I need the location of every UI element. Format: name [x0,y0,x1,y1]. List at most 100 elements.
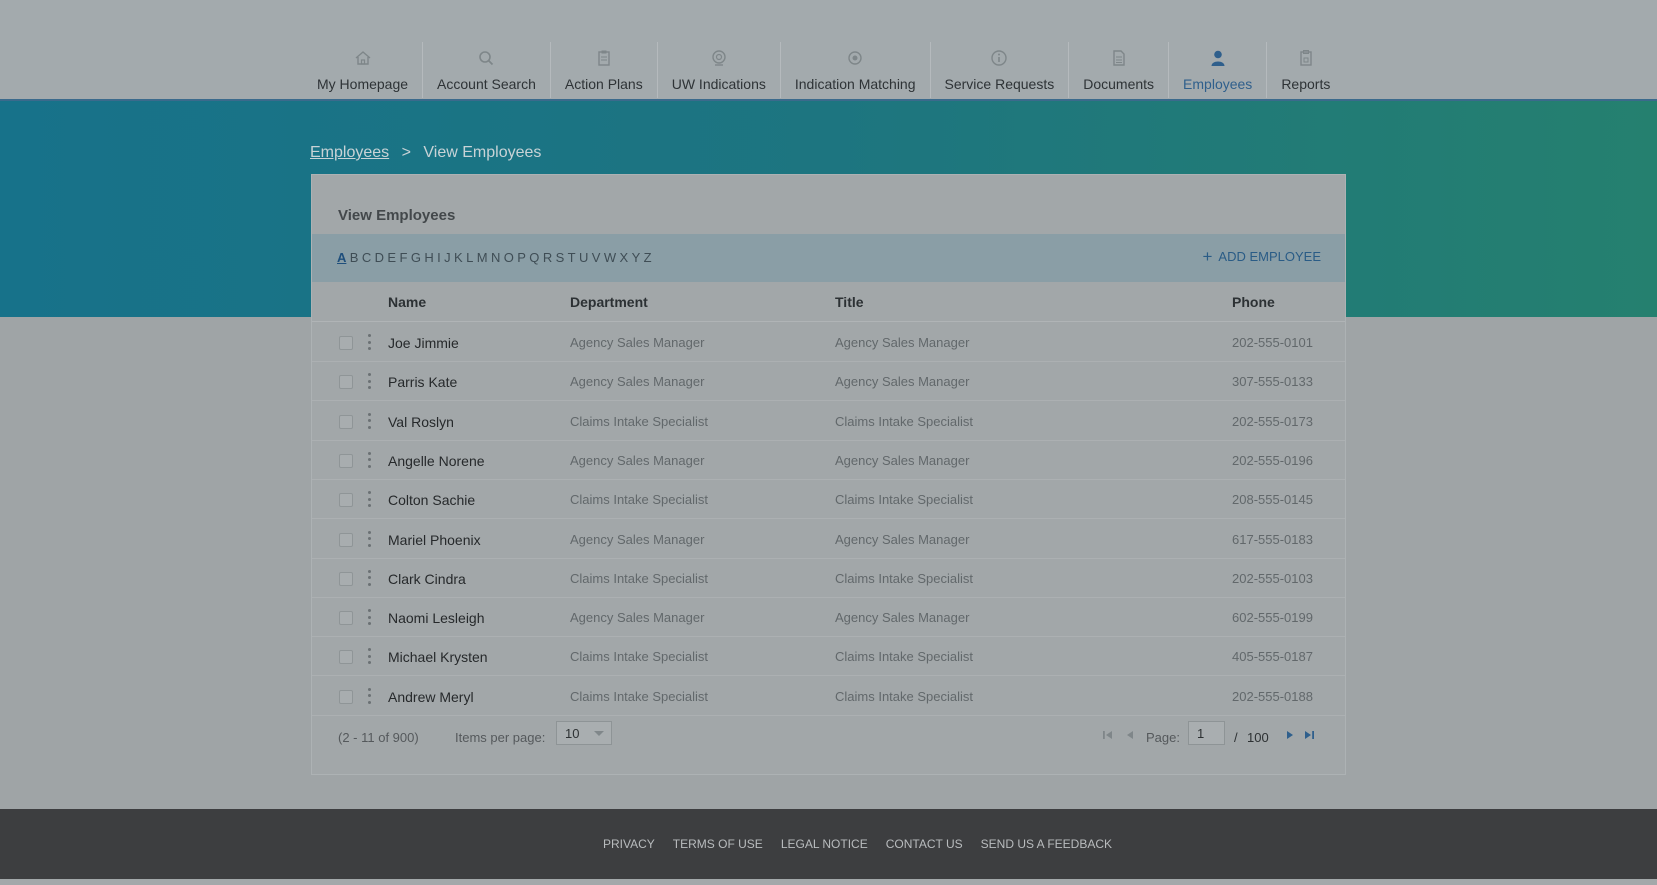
table-row[interactable]: Joe Jimmie Agency Sales Manager Agency Sal… [312,323,1345,362]
table-row[interactable]: Naomi Lesleigh Agency Sales Manager Agency… [312,598,1345,638]
employee-phone: 202-555-0188 [1232,688,1313,704]
employee-name[interactable]: Colton Sachie [388,492,475,508]
letter-filter-p[interactable]: P [517,250,526,265]
employee-title: Agency Sales Manager [835,335,970,350]
table-row[interactable]: Parris Kate Agency Sales Manager Agency Sa… [312,362,1345,402]
letter-filter-u[interactable]: U [579,250,588,265]
row-checkbox[interactable] [339,375,353,390]
more-options-icon[interactable] [367,609,371,626]
breadcrumb-employees-link[interactable]: Employees [310,144,389,161]
letter-filter-l[interactable]: L [466,250,473,265]
footer-link-privacy[interactable]: PRIVACY [603,837,655,851]
letter-filter-m[interactable]: M [477,250,488,265]
more-options-icon[interactable] [367,569,371,586]
nav-label: Action Plans [564,76,643,92]
next-page-icon[interactable] [1284,729,1296,744]
letter-filter-b[interactable]: B [350,250,359,265]
table-row[interactable]: Clark Cindra Claims Intake Specialist Clai… [312,559,1345,598]
more-options-icon[interactable] [367,687,371,704]
letter-filter-h[interactable]: H [424,250,433,265]
row-checkbox[interactable] [339,493,353,508]
letter-filter-f[interactable]: F [399,250,407,265]
letter-filter-k[interactable]: K [454,250,463,265]
row-checkbox[interactable] [339,689,353,704]
letter-filter-r[interactable]: R [543,250,552,265]
report-icon [1296,48,1316,68]
letter-filter-o[interactable]: O [504,250,514,265]
table-row[interactable]: Mariel Phoenix Agency Sales Manager Agency… [312,520,1345,559]
letter-filter-w[interactable]: W [604,250,616,265]
table-row[interactable]: Andrew Meryl Claims Intake Specialist Clai… [312,677,1345,716]
more-options-icon[interactable] [367,451,371,468]
row-checkbox[interactable] [339,414,353,429]
letter-filter-d[interactable]: D [375,250,384,265]
letter-filter-x[interactable]: X [620,250,629,265]
nav-item-service-requests[interactable]: Service Requests [931,42,1070,98]
row-checkbox[interactable] [339,611,353,626]
row-checkbox[interactable] [339,532,353,547]
employee-name[interactable]: Parris Kate [388,374,457,390]
employee-name[interactable]: Val Roslyn [388,414,454,430]
employee-name[interactable]: Naomi Lesleigh [388,610,485,626]
nav-item-reports[interactable]: Reports [1267,42,1344,98]
letter-filter-n[interactable]: N [491,250,500,265]
more-options-icon[interactable] [367,412,371,429]
employee-name[interactable]: Joe Jimmie [388,335,459,351]
nav-item-uw-indications[interactable]: UW Indications [658,42,781,98]
row-checkbox[interactable] [339,571,353,586]
page-number-input[interactable]: 1 [1188,721,1225,745]
nav-item-my-homepage[interactable]: My Homepage [303,42,424,98]
employee-name[interactable]: Michael Krysten [388,649,488,665]
nav-item-action-plans[interactable]: Action Plans [551,42,658,98]
row-checkbox[interactable] [339,453,353,468]
letter-filter-q[interactable]: Q [529,250,539,265]
footer-link-legal-notice[interactable]: LEGAL NOTICE [781,837,868,851]
letter-filter-e[interactable]: E [387,250,396,265]
letter-filter-z[interactable]: Z [644,250,652,265]
table-row[interactable]: Colton Sachie Claims Intake Specialist Cla… [312,480,1345,520]
employee-department: Agency Sales Manager [570,531,705,547]
nav-item-documents[interactable]: Documents [1069,42,1170,98]
nav-item-indication-matching[interactable]: Indication Matching [781,42,931,98]
employee-name[interactable]: Clark Cindra [388,571,466,587]
letter-filter-t[interactable]: T [568,250,576,265]
last-page-icon[interactable] [1303,729,1315,744]
letter-filter-g[interactable]: G [411,250,421,265]
more-options-icon[interactable] [367,334,371,350]
footer-link-terms-of-use[interactable]: TERMS OF USE [673,837,763,851]
employee-phone: 405-555-0187 [1232,649,1313,665]
more-options-icon[interactable] [367,491,371,508]
letter-filter-s[interactable]: S [556,250,565,265]
nav-item-employees[interactable]: Employees [1169,42,1268,98]
first-page-icon[interactable] [1102,729,1114,744]
column-header-phone[interactable]: Phone [1232,294,1275,310]
more-options-icon[interactable] [367,373,371,390]
column-header-name[interactable]: Name [388,294,426,310]
row-checkbox[interactable] [339,336,353,350]
footer-link-feedback[interactable]: SEND US A FEEDBACK [981,837,1112,851]
nav-item-account-search[interactable]: Account Search [423,42,551,98]
row-checkbox[interactable] [339,650,353,665]
items-per-page-select[interactable]: 10 [556,721,612,745]
employee-name[interactable]: Andrew Meryl [388,689,474,705]
employee-name[interactable]: Mariel Phoenix [388,532,481,548]
column-header-title[interactable]: Title [835,294,864,310]
employee-title: Claims Intake Specialist [835,688,973,704]
letter-filter-v[interactable]: V [592,250,601,265]
letter-filter-c[interactable]: C [362,250,371,265]
letter-filter-y[interactable]: Y [632,250,641,265]
table-row[interactable]: Val Roslyn Claims Intake Specialist Claims… [312,402,1345,441]
table-row[interactable]: Michael Krysten Claims Intake Specialist C… [312,637,1345,677]
table-row[interactable]: Angelle Norene Agency Sales Manager Agency… [312,441,1345,480]
letter-filter-a[interactable]: A [337,250,346,265]
letter-filter-i[interactable]: I [437,250,441,265]
letter-filter-j[interactable]: J [444,250,451,265]
add-employee-button[interactable]: + ADD EMPLOYEE [1202,248,1321,265]
employee-name[interactable]: Angelle Norene [388,453,485,469]
column-header-department[interactable]: Department [570,294,648,310]
more-options-icon[interactable] [367,648,371,665]
employee-department: Claims Intake Specialist [570,649,708,665]
previous-page-icon[interactable] [1124,729,1136,744]
footer-link-contact-us[interactable]: CONTACT US [886,837,963,851]
more-options-icon[interactable] [367,530,371,547]
